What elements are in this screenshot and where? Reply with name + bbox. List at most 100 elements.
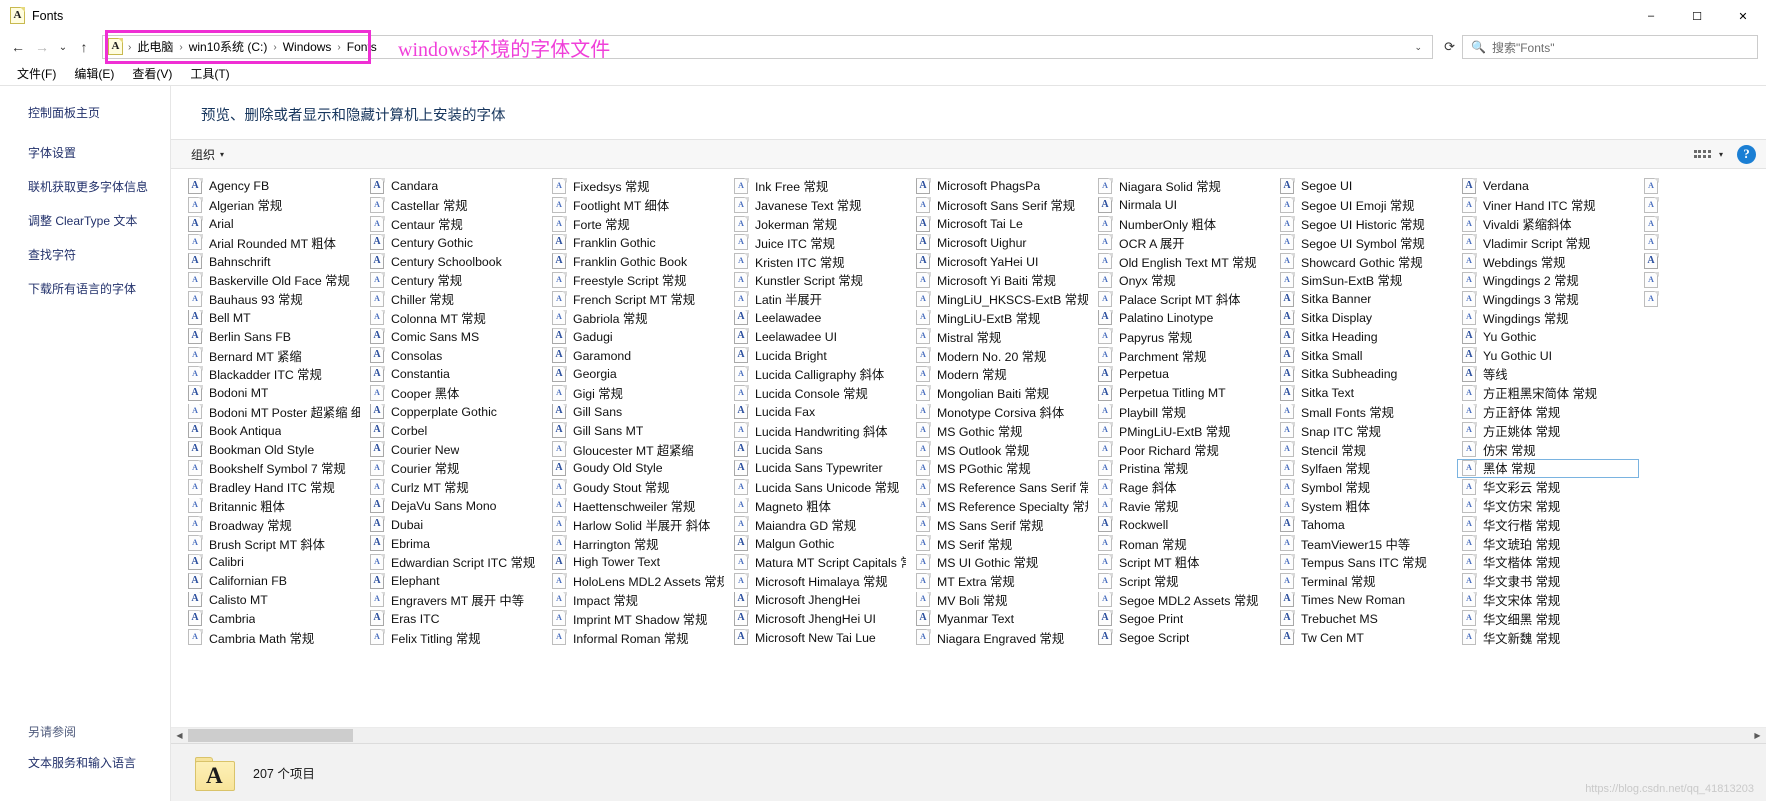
- font-item[interactable]: A Bahnschrift: [183, 252, 365, 271]
- font-item[interactable]: A Microsoft JhengHei UI: [729, 609, 911, 628]
- font-item[interactable]: A Wingdings 常规: [1457, 309, 1639, 328]
- horizontal-scrollbar[interactable]: ◀ ▶: [171, 727, 1766, 744]
- font-item[interactable]: A Impact 常规: [547, 591, 729, 610]
- font-item[interactable]: A Bookshelf Symbol 7 常规: [183, 459, 365, 478]
- font-item[interactable]: A Tempus Sans ITC 常规: [1275, 553, 1457, 572]
- font-item[interactable]: A Lucida Sans Unicode 常规: [729, 478, 911, 497]
- font-item[interactable]: A MT Extra 常规: [911, 572, 1093, 591]
- font-item[interactable]: A Cambria: [183, 609, 365, 628]
- font-item[interactable]: A Goudy Old Style: [547, 459, 729, 478]
- font-item[interactable]: A Symbol 常规: [1275, 478, 1457, 497]
- font-item[interactable]: A Lucida Calligraphy 斜体: [729, 365, 911, 384]
- font-item[interactable]: A Arial: [183, 215, 365, 234]
- font-item[interactable]: A Berlin Sans FB: [183, 327, 365, 346]
- font-item[interactable]: A Juice ITC 常规: [729, 233, 911, 252]
- search-box[interactable]: 🔍 搜索"Fonts": [1462, 35, 1758, 59]
- font-item[interactable]: A MingLiU_HKSCS-ExtB 常规: [911, 290, 1093, 309]
- sidebar-item-control-panel-home[interactable]: 控制面板主页: [28, 104, 170, 121]
- font-item[interactable]: A Forte 常规: [547, 215, 729, 234]
- font-item[interactable]: A Papyrus 常规: [1093, 327, 1275, 346]
- font-item[interactable]: A Lucida Console 常规: [729, 384, 911, 403]
- font-item[interactable]: A Yu Gothic: [1457, 327, 1639, 346]
- font-item[interactable]: A Showcard Gothic 常规: [1275, 252, 1457, 271]
- font-item[interactable]: A Courier New: [365, 440, 547, 459]
- font-item[interactable]: A Castellar 常规: [365, 196, 547, 215]
- scroll-left-arrow[interactable]: ◀: [171, 727, 188, 744]
- font-item[interactable]: A Microsoft Tai Le: [911, 215, 1093, 234]
- font-item[interactable]: A Kristen ITC 常规: [729, 252, 911, 271]
- font-item[interactable]: A MS UI Gothic 常规: [911, 553, 1093, 572]
- font-item[interactable]: A Segoe UI Emoji 常规: [1275, 196, 1457, 215]
- font-item[interactable]: A Terminal 常规: [1275, 572, 1457, 591]
- scroll-track[interactable]: [188, 727, 1749, 744]
- font-item[interactable]: A Brush Script MT 斜体: [183, 534, 365, 553]
- font-item[interactable]: A Trebuchet MS: [1275, 609, 1457, 628]
- font-item[interactable]: A Small Fonts 常规: [1275, 403, 1457, 422]
- font-item[interactable]: A Century Gothic: [365, 233, 547, 252]
- font-item[interactable]: A Lucida Handwriting 斜体: [729, 421, 911, 440]
- font-item[interactable]: A Gill Sans: [547, 403, 729, 422]
- menu-file[interactable]: 文件(F): [8, 63, 65, 84]
- up-button[interactable]: ↑: [72, 35, 96, 59]
- font-item[interactable]: A Lucida Bright: [729, 346, 911, 365]
- font-item[interactable]: A Rockwell: [1093, 515, 1275, 534]
- font-item[interactable]: A SimSun-ExtB 常规: [1275, 271, 1457, 290]
- font-item[interactable]: A Segoe MDL2 Assets 常规: [1093, 591, 1275, 610]
- font-item[interactable]: A Calisto MT: [183, 591, 365, 610]
- font-item-selected[interactable]: A 黑体 常规: [1457, 458, 1639, 478]
- font-item[interactable]: A: [1639, 177, 1766, 196]
- font-item[interactable]: A Javanese Text 常规: [729, 196, 911, 215]
- sidebar-item-font-settings[interactable]: 字体设置: [28, 144, 170, 161]
- font-item[interactable]: A Modern No. 20 常规: [911, 346, 1093, 365]
- font-item[interactable]: A 华文宋体 常规: [1457, 591, 1639, 610]
- font-item[interactable]: A Britannic 粗体: [183, 497, 365, 516]
- font-item[interactable]: A Mongolian Baiti 常规: [911, 384, 1093, 403]
- font-item[interactable]: A Kunstler Script 常规: [729, 271, 911, 290]
- font-item[interactable]: A 仿宋 常规: [1457, 440, 1639, 459]
- font-item[interactable]: A 方正舒体 常规: [1457, 403, 1639, 422]
- font-item[interactable]: A 华文行楷 常规: [1457, 515, 1639, 534]
- font-item[interactable]: A NumberOnly 粗体: [1093, 215, 1275, 234]
- sidebar-item-find-character[interactable]: 查找字符: [28, 246, 170, 263]
- font-item[interactable]: A Lucida Sans: [729, 440, 911, 459]
- font-item[interactable]: A: [1639, 215, 1766, 234]
- font-item[interactable]: A Century Schoolbook: [365, 252, 547, 271]
- font-item[interactable]: A Baskerville Old Face 常规: [183, 271, 365, 290]
- font-item[interactable]: A Consolas: [365, 346, 547, 365]
- font-item[interactable]: A Latin 半展开: [729, 290, 911, 309]
- font-item[interactable]: A Bradley Hand ITC 常规: [183, 478, 365, 497]
- font-item[interactable]: A Segoe UI: [1275, 177, 1457, 196]
- sidebar-item-download-all-languages[interactable]: 下载所有语言的字体: [28, 280, 170, 297]
- sidebar-item-get-more-fonts-online[interactable]: 联机获取更多字体信息: [28, 178, 170, 195]
- font-item[interactable]: A Harlow Solid 半展开 斜体: [547, 515, 729, 534]
- font-item[interactable]: A Pristina 常规: [1093, 459, 1275, 478]
- font-item[interactable]: A Malgun Gothic: [729, 534, 911, 553]
- font-item[interactable]: A 华文新魏 常规: [1457, 628, 1639, 647]
- font-item[interactable]: A 华文楷体 常规: [1457, 553, 1639, 572]
- font-item[interactable]: A Snap ITC 常规: [1275, 421, 1457, 440]
- font-item[interactable]: A Haettenschweiler 常规: [547, 497, 729, 516]
- font-item[interactable]: A Agency FB: [183, 177, 365, 196]
- font-item[interactable]: A Stencil 常规: [1275, 440, 1457, 459]
- menu-tools[interactable]: 工具(T): [181, 63, 238, 84]
- font-item[interactable]: A Vladimir Script 常规: [1457, 233, 1639, 252]
- font-item[interactable]: A Fixedsys 常规: [547, 177, 729, 196]
- font-item[interactable]: A Freestyle Script 常规: [547, 271, 729, 290]
- font-item[interactable]: A Candara: [365, 177, 547, 196]
- back-button[interactable]: ←: [6, 35, 30, 59]
- refresh-icon[interactable]: ⟳: [1437, 39, 1462, 55]
- breadcrumb-drive-c[interactable]: win10系统 (C:): [185, 37, 272, 57]
- font-item[interactable]: A 华文仿宋 常规: [1457, 497, 1639, 516]
- minimize-button[interactable]: –: [1628, 0, 1674, 32]
- sidebar-item-text-services[interactable]: 文本服务和输入语言: [28, 754, 136, 771]
- breadcrumb-windows[interactable]: Windows: [279, 37, 336, 57]
- font-item[interactable]: A Microsoft Uighur: [911, 233, 1093, 252]
- font-item[interactable]: A MS Reference Sans Serif 常规: [911, 478, 1093, 497]
- font-item[interactable]: A Gill Sans MT: [547, 421, 729, 440]
- font-item[interactable]: A Sylfaen 常规: [1275, 459, 1457, 478]
- font-item[interactable]: A MS Sans Serif 常规: [911, 515, 1093, 534]
- font-item[interactable]: A: [1639, 233, 1766, 252]
- forward-button[interactable]: →: [30, 35, 54, 59]
- font-item[interactable]: A DejaVu Sans Mono: [365, 497, 547, 516]
- font-item[interactable]: A Microsoft Sans Serif 常规: [911, 196, 1093, 215]
